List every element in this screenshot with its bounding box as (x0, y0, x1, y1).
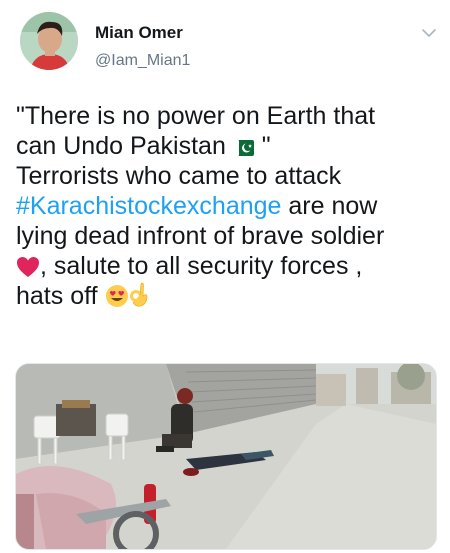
tweet-line-text: can Undo Pakistan (16, 132, 226, 160)
tweet-line-text: " (254, 132, 271, 160)
tweet-line: "There is no power on Earth that (16, 102, 376, 130)
tweet-line: hats off (16, 281, 441, 311)
avatar[interactable] (20, 12, 78, 70)
tweet-line: lying dead infront of brave soldier (16, 222, 385, 250)
tweet-line-text: hats off (16, 282, 98, 310)
tweet-photo[interactable] (15, 363, 437, 550)
tweet-line-text: , salute to all security forces , (40, 252, 363, 280)
chevron-down-icon[interactable] (420, 24, 438, 42)
tweet-line: Terrorists who came to attack (16, 162, 342, 190)
heart-eyes-face-icon (105, 284, 129, 315)
profile-avatar-image (20, 12, 78, 70)
tweet-card[interactable]: Mian Omer @Iam_Mian1 "There is no power … (0, 0, 450, 553)
tweet-line: , salute to all security forces , (16, 251, 441, 281)
display-name[interactable]: Mian Omer (95, 23, 183, 43)
tweet-line-text: are now (281, 192, 378, 220)
ok-hand-icon (129, 282, 149, 315)
tweet-line: can Undo Pakistan " (16, 131, 441, 161)
hashtag-link[interactable]: #Karachistockexchange (16, 192, 281, 220)
tweet-text: "There is no power on Earth that can Und… (16, 101, 441, 311)
tweet-line: #Karachistockexchange are now (16, 191, 441, 221)
user-handle[interactable]: @Iam_Mian1 (95, 52, 190, 70)
street-photo-image (16, 364, 436, 549)
